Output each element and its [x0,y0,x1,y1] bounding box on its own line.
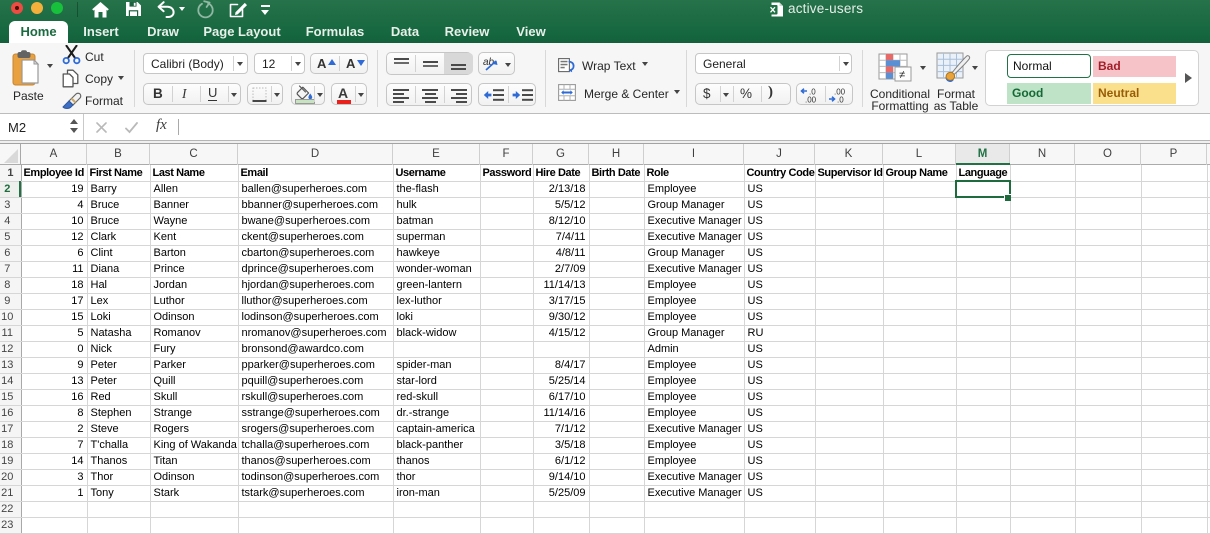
svg-text:≠: ≠ [899,69,905,81]
svg-text:.0: .0 [837,96,844,104]
svg-text:ab: ab [483,57,495,68]
svg-text:.00: .00 [805,96,817,104]
